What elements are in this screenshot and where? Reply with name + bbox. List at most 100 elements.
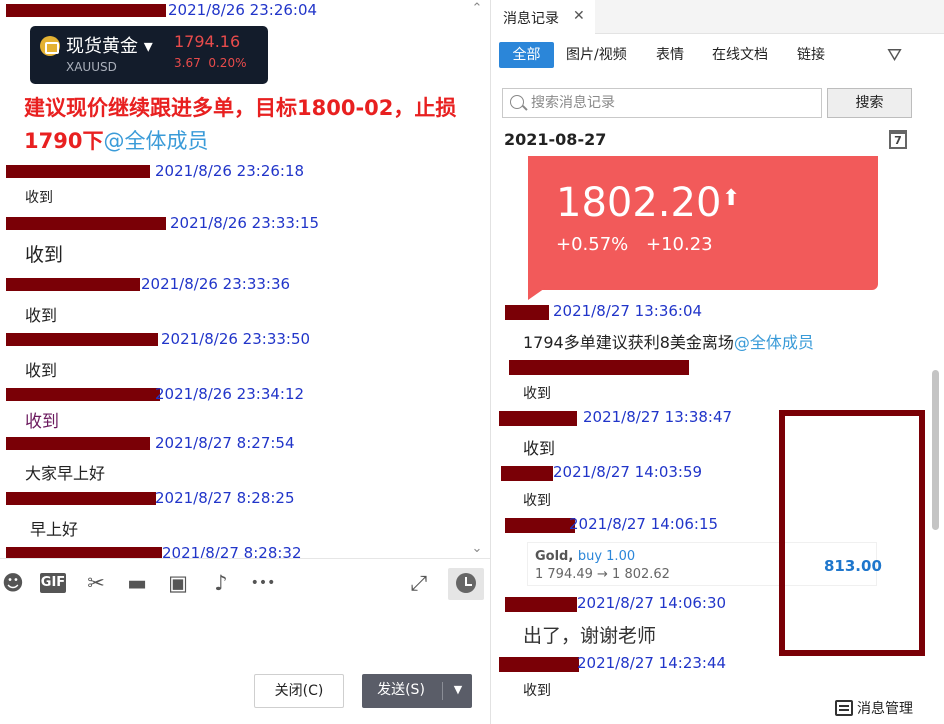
message-text: 收到 — [25, 361, 58, 380]
filter-images-videos[interactable]: 图片/视频 — [566, 42, 627, 68]
search-field[interactable] — [502, 88, 822, 118]
message-manage-icon — [835, 700, 853, 716]
redacted-sender — [6, 492, 156, 505]
bell-icon[interactable]: ♪ — [208, 570, 234, 596]
calendar-icon[interactable]: 7 — [889, 130, 907, 149]
trade-prices: 1 794.49 → 1 802.62 — [535, 567, 670, 582]
redacted-sender — [501, 466, 553, 481]
send-button-label: 发送(S) — [377, 682, 425, 698]
message-text: 早上好 — [30, 520, 79, 539]
redacted-sender — [6, 547, 162, 558]
message-text: 收到 — [25, 306, 58, 325]
mention-all-link[interactable]: @全体成员 — [103, 129, 208, 153]
search-button[interactable]: 搜索 — [827, 88, 912, 118]
message-management-label: 消息管理 — [857, 701, 913, 717]
redacted-sender — [6, 4, 166, 17]
up-arrow-icon: ⬆ — [722, 186, 741, 211]
message-header: 2021/8/27 14:06:15 — [491, 515, 731, 535]
redacted-sender — [499, 657, 579, 672]
scroll-down-icon[interactable]: ⌄ — [470, 542, 484, 556]
message-header: 2021/8/26 23:34:12 — [0, 384, 304, 404]
message-text: 收到 — [25, 190, 53, 206]
gold-coin-icon — [40, 36, 60, 56]
message-text: 收到 — [523, 683, 551, 699]
message-header — [491, 357, 711, 377]
scissors-icon[interactable]: ✂ — [83, 570, 109, 596]
filter-online-docs[interactable]: 在线文档 — [712, 42, 768, 68]
redacted-sender — [6, 333, 158, 346]
filter-options-icon[interactable]: ⛛ — [887, 45, 911, 66]
message-timestamp: 2021/8/26 23:26:18 — [155, 162, 305, 180]
message-header: 2021/8/27 13:38:47 — [491, 408, 733, 428]
message-timestamp: 2021/8/26 23:33:15 — [170, 214, 320, 232]
message-text: 大家早上好 — [25, 464, 106, 483]
message-history-pane: 消息记录 ✕ 全部 图片/视频 表情 在线文档 链接 ⛛ 搜索 2021-08-… — [491, 0, 944, 724]
message-timestamp: 2021/8/27 8:28:25 — [155, 489, 295, 507]
chat-message-list[interactable]: 2021/8/26 23:26:04 ⌃ 现货黄金 ▾ XAUUSD 1794.… — [0, 0, 490, 558]
mention-all-link[interactable]: @全体成员 — [734, 333, 814, 352]
more-icon[interactable]: ••• — [248, 570, 278, 596]
gold-quote-card[interactable]: 现货黄金 ▾ XAUUSD 1794.16 3.67 0.20% — [30, 26, 268, 84]
search-input[interactable] — [531, 92, 811, 114]
price-quote-card[interactable]: 1802.20 ⬆ +0.57% +10.23 — [528, 156, 878, 290]
message-header: 2021/8/27 14:23:44 — [491, 654, 731, 674]
message-header: 2021/8/27 14:06:30 — [491, 594, 731, 614]
message-text: 收到 — [523, 386, 551, 402]
close-button[interactable]: 关闭(C) — [254, 674, 344, 708]
message-timestamp: 2021/8/27 14:06:30 — [577, 594, 727, 612]
message-header: 2021/8/27 13:36:04 — [491, 302, 751, 322]
emoji-icon[interactable]: ☻ — [0, 570, 26, 596]
send-button[interactable]: 发送(S) ▼ — [362, 674, 472, 708]
folder-icon[interactable]: ▬ — [124, 570, 150, 596]
redacted-sender — [509, 360, 689, 375]
message-timestamp: 2021/8/26 23:33:50 — [161, 330, 311, 348]
message-text: 收到 — [523, 493, 551, 509]
message-header: 2021/8/26 23:33:15 — [0, 213, 320, 233]
filter-links[interactable]: 链接 — [797, 42, 825, 68]
message-header: 2021/8/27 8:28:32 — [0, 543, 302, 558]
message-timestamp: 2021/8/26 23:26:04 — [168, 1, 318, 19]
gold-quote-change: 3.67 0.20% — [174, 56, 247, 70]
redacted-sender — [6, 278, 140, 291]
search-icon — [510, 95, 524, 109]
trade-advice-message: 建议现价继续跟进多单，目标1800-02，止损1790下@全体成员 — [24, 96, 457, 153]
message-timestamp: 2021/8/27 13:38:47 — [583, 408, 733, 426]
message-text: 收到 — [25, 244, 64, 266]
history-date-header: 2021-08-27 — [504, 130, 607, 149]
redacted-sender — [505, 597, 577, 612]
expand-icon[interactable]: ⤢ — [406, 570, 432, 596]
message-header: 2021/8/27 8:27:54 — [0, 433, 300, 453]
redacted-sender — [6, 437, 150, 450]
message-timestamp: 2021/8/27 13:36:04 — [553, 302, 703, 320]
clock-icon[interactable] — [448, 568, 484, 600]
redacted-sender — [505, 305, 549, 320]
message-timestamp: 2021/8/27 14:06:15 — [569, 515, 719, 533]
filter-stickers[interactable]: 表情 — [656, 42, 684, 68]
highlight-annotation — [779, 410, 925, 656]
close-icon[interactable]: ✕ — [573, 8, 585, 24]
tab-message-history[interactable]: 消息记录 ✕ — [491, 0, 595, 34]
trade-symbol: Gold, buy 1.00 — [535, 549, 636, 564]
message-header: 2021/8/27 8:28:25 — [0, 488, 300, 508]
message-timestamp: 2021/8/27 14:23:44 — [577, 654, 727, 672]
filter-all[interactable]: 全部 — [499, 42, 554, 68]
composer-toolbar: ☻ GIF ✂ ▬ ▣ ♪ ••• ⤢ — [0, 566, 490, 602]
message-text: 收到 — [523, 439, 556, 458]
gif-icon[interactable]: GIF — [40, 573, 66, 593]
chevron-down-icon[interactable]: ▼ — [444, 674, 472, 708]
redacted-sender — [499, 411, 577, 426]
message-header: 2021/8/26 23:33:36 — [0, 274, 300, 294]
message-timestamp: 2021/8/26 23:34:12 — [155, 385, 305, 403]
redacted-sender — [6, 217, 166, 230]
divider — [0, 558, 490, 559]
message-timestamp: 2021/8/27 8:27:54 — [155, 434, 295, 452]
redacted-sender — [505, 518, 575, 533]
quote-price: 1802.20 — [556, 180, 722, 226]
message-header: 2021/8/26 23:26:04 — [0, 0, 317, 20]
message-header: 2021/8/26 23:26:18 — [0, 161, 304, 181]
scroll-up-icon[interactable]: ⌃ — [470, 2, 484, 16]
image-icon[interactable]: ▣ — [165, 570, 191, 596]
gold-quote-price: 1794.16 — [174, 32, 241, 51]
gold-quote-code: XAUUSD — [66, 60, 117, 74]
history-scrollbar[interactable] — [932, 370, 939, 530]
